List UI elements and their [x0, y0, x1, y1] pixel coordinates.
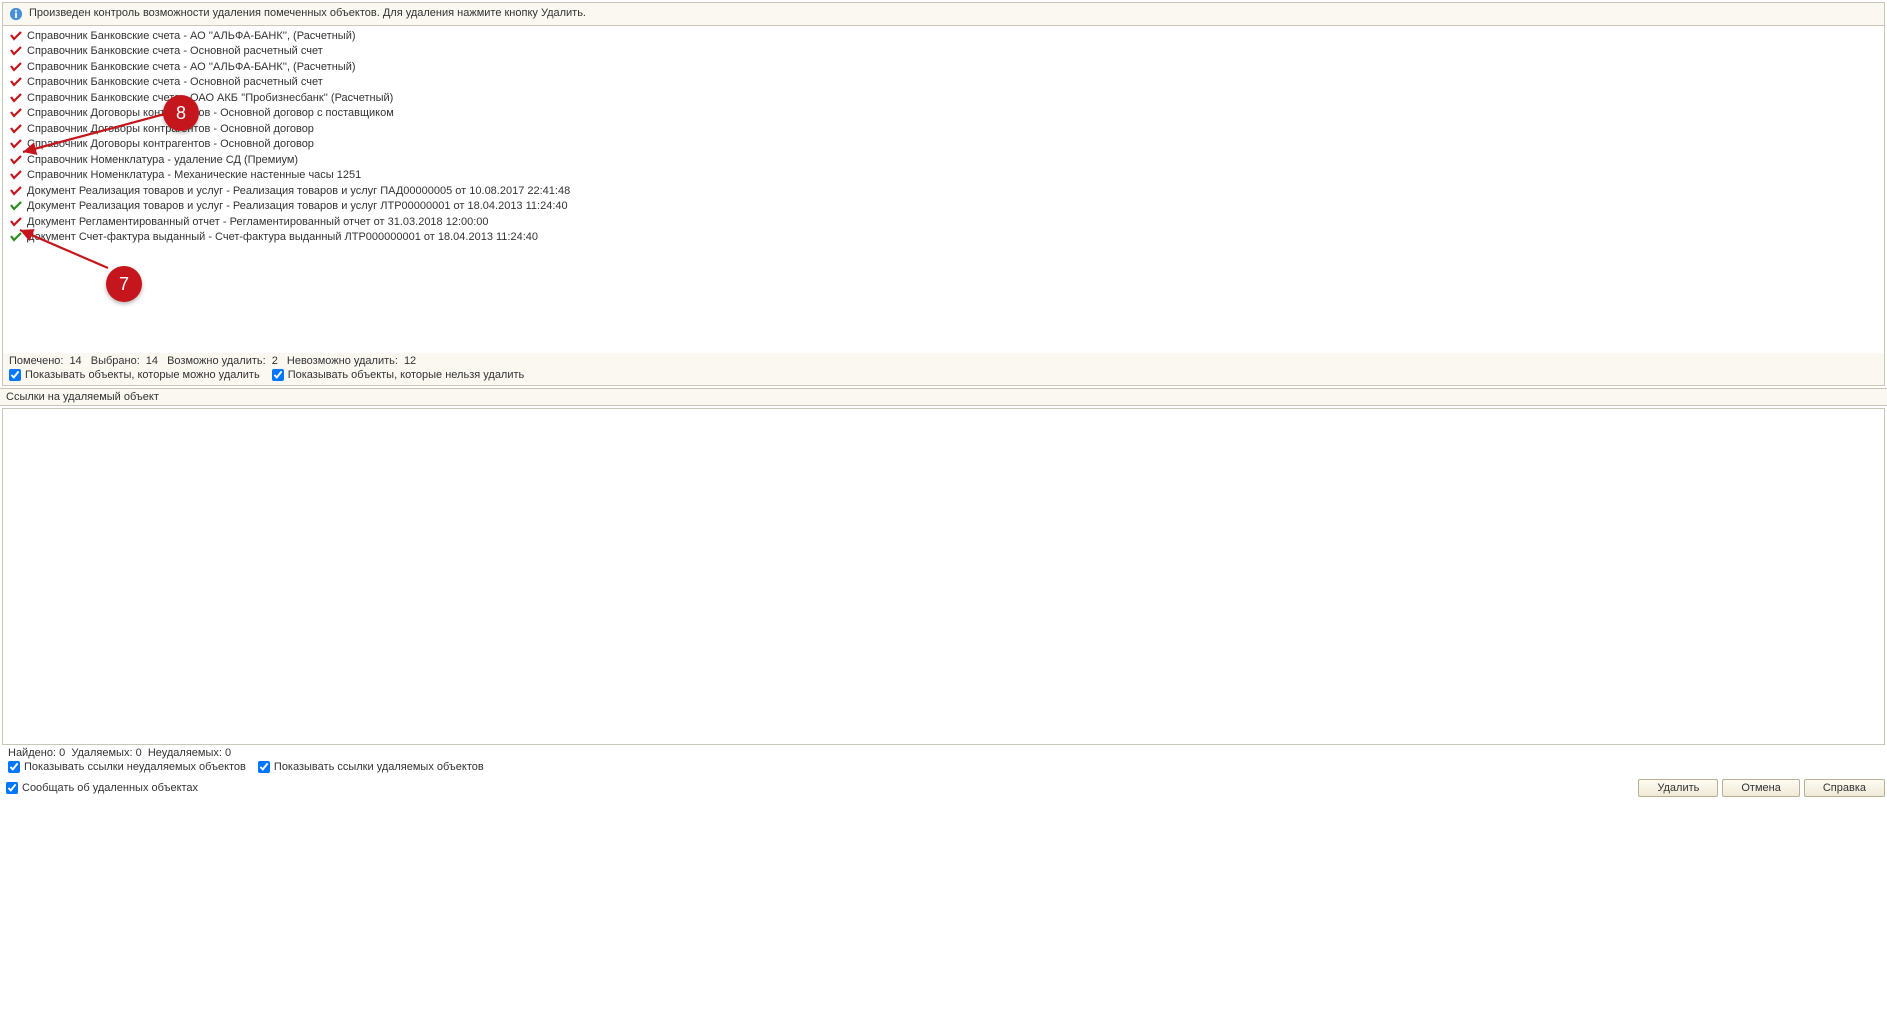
check-fail-icon: [9, 92, 23, 104]
bottom-chk-row: Показывать ссылки неудаляемых объектов П…: [2, 759, 1885, 777]
list-item-text: Справочник Банковские счета - Основной р…: [27, 76, 323, 88]
summary-can-delete-label: Возможно удалить:: [167, 355, 266, 367]
footer: Сообщать об удаленных объектах Удалить О…: [0, 779, 1887, 799]
bottom-summary: Найдено: 0 Удаляемых: 0 Неудаляемых: 0: [2, 745, 1885, 759]
annotation-badge-8: 8: [163, 95, 199, 131]
list-item[interactable]: Справочник Банковские счета - Основной р…: [3, 44, 1884, 60]
summary-can-delete-value: 2: [272, 355, 278, 367]
list-item[interactable]: Справочник Номенклатура - удаление СД (П…: [3, 152, 1884, 168]
refs-body[interactable]: [2, 408, 1885, 745]
summary-cannot-delete-value: 12: [404, 355, 416, 367]
list-item[interactable]: Документ Реализация товаров и услуг - Ре…: [3, 199, 1884, 215]
top-panel: Произведен контроль возможности удаления…: [2, 2, 1885, 386]
info-icon: [9, 7, 23, 21]
list-item-text: Справочник Банковские счета - ОАО АКБ ''…: [27, 92, 393, 104]
list-item[interactable]: Справочник Договоры контрагентов - Основ…: [3, 106, 1884, 122]
annotation-arrow-8: [17, 108, 165, 158]
chk-report-input[interactable]: [6, 782, 18, 794]
found-value: 0: [59, 747, 65, 759]
chk-report[interactable]: Сообщать об удаленных объектах: [6, 782, 198, 794]
list-item[interactable]: Документ Реализация товаров и услуг - Ре…: [3, 183, 1884, 199]
check-fail-icon: [9, 185, 23, 197]
refs-title: Ссылки на удаляемый объект: [6, 391, 159, 403]
summary-selected-value: 14: [146, 355, 158, 367]
help-button[interactable]: Справка: [1804, 779, 1885, 797]
object-list[interactable]: 8 Справочник Банковские счета - АО ''АЛЬ…: [3, 25, 1884, 353]
filter-checkbox-row: Показывать объекты, которые можно удалит…: [3, 367, 1884, 385]
check-fail-icon: [9, 76, 23, 88]
annotation-badge-7: 7: [106, 266, 142, 302]
chk-show-refs-nondel-input[interactable]: [8, 761, 20, 773]
bottom-block: Найдено: 0 Удаляемых: 0 Неудаляемых: 0 П…: [2, 745, 1885, 777]
list-item[interactable]: Справочник Номенклатура - Механические н…: [3, 168, 1884, 184]
list-item-text: Справочник Номенклатура - Механические н…: [27, 169, 361, 181]
check-fail-icon: [9, 169, 23, 181]
delete-button[interactable]: Удалить: [1638, 779, 1718, 797]
info-bar: Произведен контроль возможности удаления…: [3, 3, 1884, 25]
list-item-text: Справочник Банковские счета - АО ''АЛЬФА…: [27, 61, 356, 73]
check-ok-icon: [9, 200, 23, 212]
chk-show-nondeletable-label: Показывать объекты, которые нельзя удали…: [288, 369, 525, 381]
summary-bar: Помечено: 14 Выбрано: 14 Возможно удалить:…: [3, 353, 1884, 367]
annotation-arrow-7: [16, 226, 110, 270]
list-item[interactable]: Справочник Договоры контрагентов - Основ…: [3, 121, 1884, 137]
chk-show-refs-del[interactable]: Показывать ссылки удаляемых объектов: [258, 761, 484, 773]
chk-report-label: Сообщать об удаленных объектах: [22, 782, 198, 794]
list-item[interactable]: Документ Регламентированный отчет - Регл…: [3, 214, 1884, 230]
chk-show-refs-nondel-label: Показывать ссылки неудаляемых объектов: [24, 761, 246, 773]
list-item[interactable]: Справочник Банковские счета - Основной р…: [3, 75, 1884, 91]
chk-show-refs-nondel[interactable]: Показывать ссылки неудаляемых объектов: [8, 761, 246, 773]
chk-show-refs-del-label: Показывать ссылки удаляемых объектов: [274, 761, 484, 773]
summary-selected-label: Выбрано:: [91, 355, 140, 367]
list-item[interactable]: Справочник Банковские счета - АО ''АЛЬФА…: [3, 59, 1884, 75]
nondeletable-label: Неудаляемых:: [148, 747, 222, 759]
chk-show-deletable-input[interactable]: [9, 369, 21, 381]
summary-cannot-delete-label: Невозможно удалить:: [287, 355, 398, 367]
chk-show-refs-del-input[interactable]: [258, 761, 270, 773]
list-item[interactable]: Справочник Банковские счета - АО ''АЛЬФА…: [3, 28, 1884, 44]
check-fail-icon: [9, 61, 23, 73]
deletable-label: Удаляемых:: [71, 747, 132, 759]
summary-marked-value: 14: [69, 355, 81, 367]
info-message: Произведен контроль возможности удаления…: [29, 7, 586, 21]
cancel-button[interactable]: Отмена: [1722, 779, 1799, 797]
chk-show-deletable-label: Показывать объекты, которые можно удалит…: [25, 369, 260, 381]
check-fail-icon: [9, 30, 23, 42]
list-item-text: Документ Реализация товаров и услуг - Ре…: [27, 185, 570, 197]
nondeletable-value: 0: [225, 747, 231, 759]
list-item-text: Справочник Банковские счета - АО ''АЛЬФА…: [27, 30, 356, 42]
list-item-text: Справочник Банковские счета - Основной р…: [27, 45, 323, 57]
list-item[interactable]: Документ Счет-фактура выданный - Счет-фа…: [3, 230, 1884, 246]
list-item[interactable]: Справочник Договоры контрагентов - Основ…: [3, 137, 1884, 153]
deletable-value: 0: [136, 747, 142, 759]
chk-show-deletable[interactable]: Показывать объекты, которые можно удалит…: [9, 369, 260, 381]
list-item-text: Документ Реализация товаров и услуг - Ре…: [27, 200, 568, 212]
list-item[interactable]: Справочник Банковские счета - ОАО АКБ ''…: [3, 90, 1884, 106]
found-label: Найдено:: [8, 747, 56, 759]
summary-marked-label: Помечено:: [9, 355, 63, 367]
refs-title-bar: Ссылки на удаляемый объект: [0, 388, 1887, 406]
chk-show-nondeletable[interactable]: Показывать объекты, которые нельзя удали…: [272, 369, 525, 381]
check-fail-icon: [9, 45, 23, 57]
chk-show-nondeletable-input[interactable]: [272, 369, 284, 381]
